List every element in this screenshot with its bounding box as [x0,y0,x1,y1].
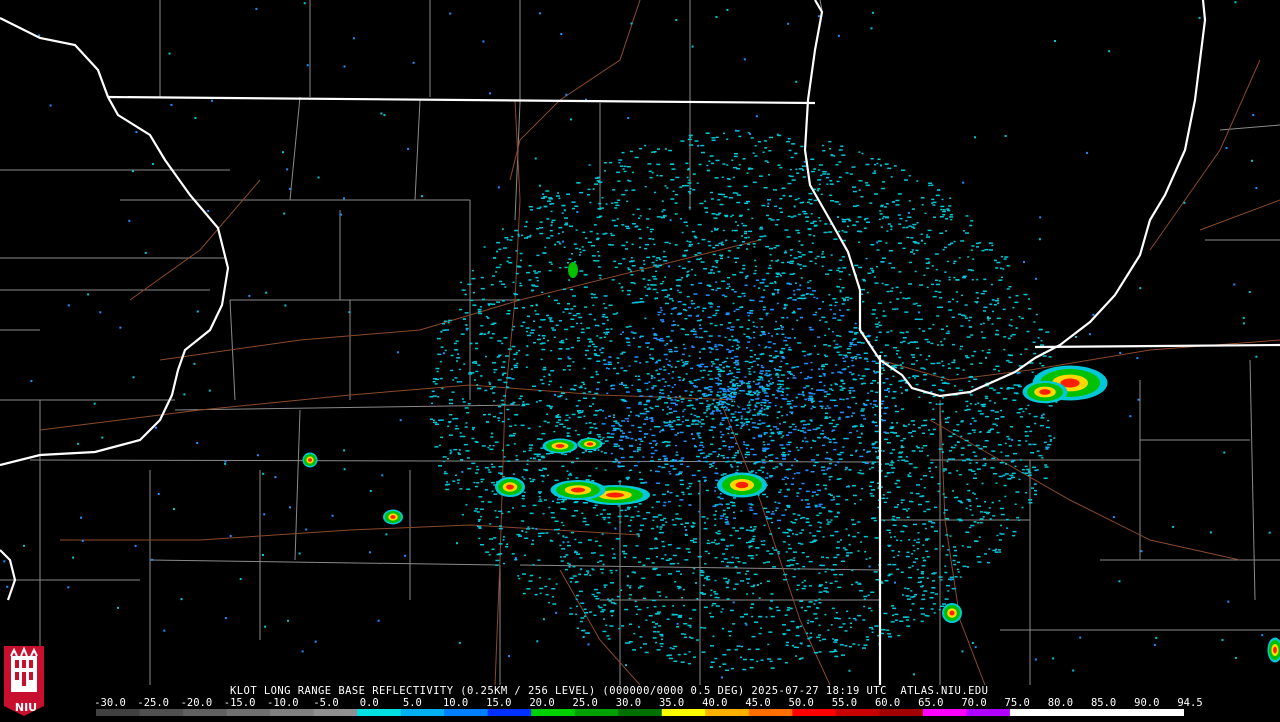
colorbar-swatch [879,709,923,716]
colorbar-swatch [444,709,488,716]
colorbar [96,709,1184,716]
colorbar-swatch [96,709,140,716]
colorbar-label: 30.0 [616,697,641,709]
colorbar-swatch [923,709,967,716]
colorbar-label: -20.0 [181,697,213,709]
colorbar-label: -10.0 [267,697,299,709]
colorbar-label: -30.0 [94,697,126,709]
colorbar-swatch [314,709,358,716]
colorbar-label: 90.0 [1134,697,1159,709]
colorbar-swatch [140,709,184,716]
colorbar-label: 55.0 [832,697,857,709]
colorbar-swatch [1140,709,1184,716]
colorbar-label: 65.0 [918,697,943,709]
colorbar-swatch [227,709,271,716]
colorbar-swatch [401,709,445,716]
colorbar-swatch [618,709,662,716]
colorbar-swatch [836,709,880,716]
product-caption: KLOT LONG RANGE BASE REFLECTIVITY (0.25K… [230,685,988,697]
colorbar-label: 70.0 [961,697,986,709]
colorbar-swatch [749,709,793,716]
colorbar-label: 10.0 [443,697,468,709]
colorbar-label: -5.0 [313,697,338,709]
colorbar-label: 35.0 [659,697,684,709]
colorbar-label: 50.0 [789,697,814,709]
colorbar-label: 60.0 [875,697,900,709]
colorbar-label: 75.0 [1005,697,1030,709]
colorbar-label: 5.0 [403,697,422,709]
colorbar-label: -15.0 [224,697,256,709]
colorbar-label: 80.0 [1048,697,1073,709]
colorbar-label: 45.0 [745,697,770,709]
colorbar-swatch [575,709,619,716]
colorbar-labels: -30.0 -25.0 -20.0 -15.0 -10.0 -5.0 0.0 5.0 10.0 1… [92,697,1202,709]
colorbar-swatch [531,709,575,716]
colorbar-swatch [705,709,749,716]
colorbar-swatch [662,709,706,716]
radar-map [0,0,1280,685]
colorbar-swatch [183,709,227,716]
colorbar-label: 0.0 [360,697,379,709]
colorbar-swatch [1053,709,1097,716]
colorbar-label: 20.0 [529,697,554,709]
logo-text: NIU [6,701,46,714]
colorbar-label: -25.0 [137,697,169,709]
colorbar-label: 94.5 [1177,697,1202,709]
colorbar-swatch [966,709,1010,716]
colorbar-label: 40.0 [702,697,727,709]
colorbar-swatch [488,709,532,716]
colorbar-swatch [270,709,314,716]
colorbar-swatch [792,709,836,716]
radar-site-marker [735,393,749,407]
niu-logo: NIU [2,646,46,718]
colorbar-swatch [1010,709,1054,716]
colorbar-label: 25.0 [573,697,598,709]
colorbar-swatch [1097,709,1141,716]
colorbar-swatch [357,709,401,716]
colorbar-label: 15.0 [486,697,511,709]
map-background [0,0,1280,685]
colorbar-label: 85.0 [1091,697,1116,709]
